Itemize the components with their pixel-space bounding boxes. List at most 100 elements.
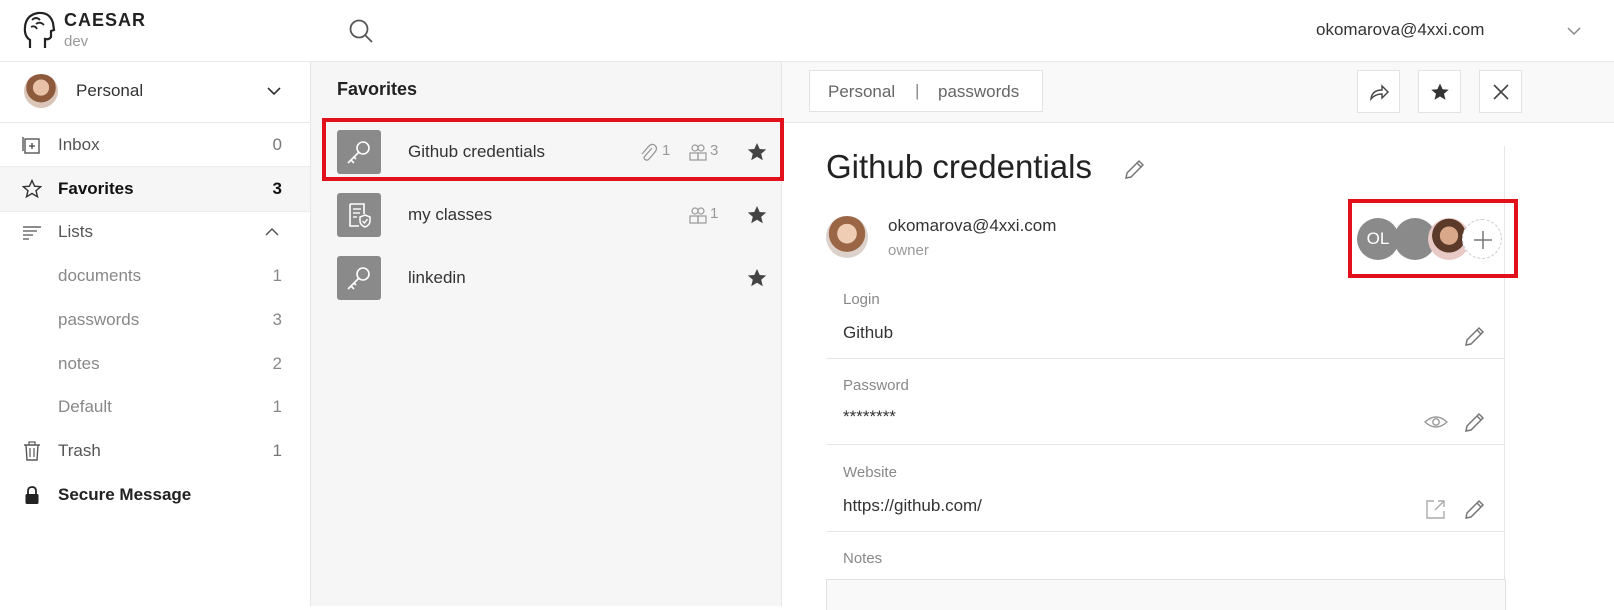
sidebar-item-lists[interactable]: Lists — [0, 210, 310, 254]
sidebar-item-count: 3 — [272, 179, 282, 198]
key-icon — [337, 256, 381, 300]
sidebar-list-count: 1 — [272, 266, 282, 285]
trash-icon — [24, 441, 40, 461]
field-value[interactable]: https://github.com/ — [843, 496, 982, 516]
share-button[interactable] — [1357, 70, 1400, 113]
sidebar-list-label: documents — [58, 266, 142, 285]
detail-toolbar: Personal | passwords — [782, 62, 1614, 123]
password-field: Password ******** — [826, 377, 1504, 445]
pencil-icon[interactable] — [1463, 410, 1487, 434]
team-name: Personal — [76, 81, 144, 100]
close-button[interactable] — [1479, 70, 1522, 113]
field-value[interactable]: Github — [843, 323, 893, 343]
user-menu-email[interactable]: okomarova@4xxi.com — [1316, 20, 1484, 40]
field-label: Password — [843, 377, 909, 394]
notes-textarea[interactable] — [826, 579, 1506, 610]
website-field: Website https://github.com/ — [826, 464, 1504, 532]
plus-icon — [1474, 231, 1492, 249]
inbox-icon — [22, 137, 40, 154]
sidebar-item-label: Lists — [58, 222, 93, 241]
add-member-button[interactable] — [1462, 219, 1502, 259]
key-icon — [337, 130, 381, 174]
sidebar-list-label: passwords — [58, 310, 140, 329]
members-count: 3 — [710, 142, 719, 159]
sidebar-list-label: notes — [58, 354, 100, 373]
members-count: 1 — [710, 205, 719, 222]
share-arrow-icon — [1370, 84, 1389, 102]
sidebar-item-inbox[interactable]: Inbox 0 — [0, 123, 310, 167]
brand-name: CAESAR — [64, 10, 147, 30]
item-title: Github credentials — [826, 148, 1092, 185]
field-value[interactable]: ******** — [843, 407, 896, 427]
sidebar-item-count: 0 — [272, 135, 282, 154]
pencil-icon[interactable] — [1123, 157, 1147, 181]
breadcrumb-team[interactable]: Personal — [828, 82, 895, 102]
sidebar-list-notes[interactable]: notes 2 — [0, 342, 310, 386]
notes-field: Notes — [826, 550, 1504, 574]
sidebar-list-count: 1 — [272, 397, 282, 416]
team-avatar — [24, 74, 58, 108]
sidebar-item-trash[interactable]: Trash 1 — [0, 429, 310, 473]
content-divider — [1504, 146, 1505, 606]
pencil-icon[interactable] — [1463, 497, 1487, 521]
breadcrumb-separator: | — [915, 81, 920, 100]
pencil-icon[interactable] — [1463, 324, 1487, 348]
sidebar-item-label: Trash — [58, 441, 101, 460]
item-list-panel: Favorites Github credentials 1 3 my clas… — [311, 62, 782, 606]
top-header: CAESAR dev okomarova@4xxi.com — [0, 0, 1614, 62]
list-item-name: my classes — [408, 205, 493, 224]
secure-document-icon — [337, 193, 381, 237]
list-item-github-credentials[interactable]: Github credentials 1 3 — [322, 122, 782, 184]
star-icon[interactable] — [746, 267, 768, 289]
shared-member-avatar[interactable]: OL — [1357, 218, 1399, 260]
sidebar: Personal Inbox 0 Favorites 3 Lists docum… — [0, 62, 311, 606]
list-title: Favorites — [337, 79, 418, 99]
owner-avatar — [826, 216, 868, 258]
external-link-icon[interactable] — [1424, 497, 1448, 521]
sidebar-list-documents[interactable]: documents 1 — [0, 254, 310, 298]
star-icon — [22, 179, 42, 199]
chevron-down-icon[interactable] — [266, 84, 282, 98]
sidebar-item-label: Favorites — [58, 179, 134, 198]
list-item-my-classes[interactable]: my classes 1 — [322, 185, 782, 247]
owner-role: owner — [888, 242, 929, 259]
close-icon — [1493, 84, 1509, 100]
sidebar-item-label: Inbox — [58, 135, 100, 154]
star-icon[interactable] — [746, 204, 768, 226]
field-label: Login — [843, 291, 880, 308]
members-icon — [689, 207, 707, 224]
field-label: Notes — [843, 550, 883, 567]
sidebar-item-count: 1 — [272, 441, 282, 460]
owner-email: okomarova@4xxi.com — [888, 216, 1057, 235]
chevron-down-icon[interactable] — [1566, 24, 1582, 38]
sidebar-item-secure-message[interactable]: Secure Message — [0, 473, 310, 517]
star-icon[interactable] — [746, 141, 768, 163]
favorite-button[interactable] — [1418, 70, 1461, 113]
chevron-up-icon[interactable] — [264, 225, 280, 239]
sidebar-item-label: Secure Message — [58, 485, 192, 504]
environment-label: dev — [64, 33, 89, 50]
sidebar-list-passwords[interactable]: passwords 3 — [0, 298, 310, 342]
field-label: Website — [843, 464, 897, 481]
caesar-head-logo-icon[interactable] — [22, 10, 56, 50]
sidebar-list-label: Default — [58, 397, 112, 416]
item-detail-panel: Personal | passwords Github credentials … — [782, 62, 1614, 610]
list-item-name: linkedin — [408, 268, 466, 287]
login-field: Login Github — [826, 291, 1504, 359]
lists-icon — [23, 226, 41, 240]
sidebar-list-count: 2 — [272, 354, 282, 373]
list-item-linkedin[interactable]: linkedin — [322, 248, 782, 310]
team-switcher[interactable]: Personal — [0, 62, 310, 123]
eye-icon[interactable] — [1424, 410, 1448, 434]
breadcrumb: Personal | passwords — [809, 70, 1043, 112]
star-icon — [1431, 83, 1449, 100]
breadcrumb-list[interactable]: passwords — [938, 82, 1019, 102]
sidebar-list-default[interactable]: Default 1 — [0, 385, 310, 429]
lock-icon — [25, 486, 39, 504]
list-item-name: Github credentials — [408, 142, 546, 161]
search-icon[interactable] — [348, 18, 374, 44]
members-icon — [689, 144, 707, 161]
paperclip-icon — [641, 143, 658, 161]
sidebar-list-count: 3 — [272, 310, 282, 329]
sidebar-item-favorites[interactable]: Favorites 3 — [0, 166, 310, 212]
